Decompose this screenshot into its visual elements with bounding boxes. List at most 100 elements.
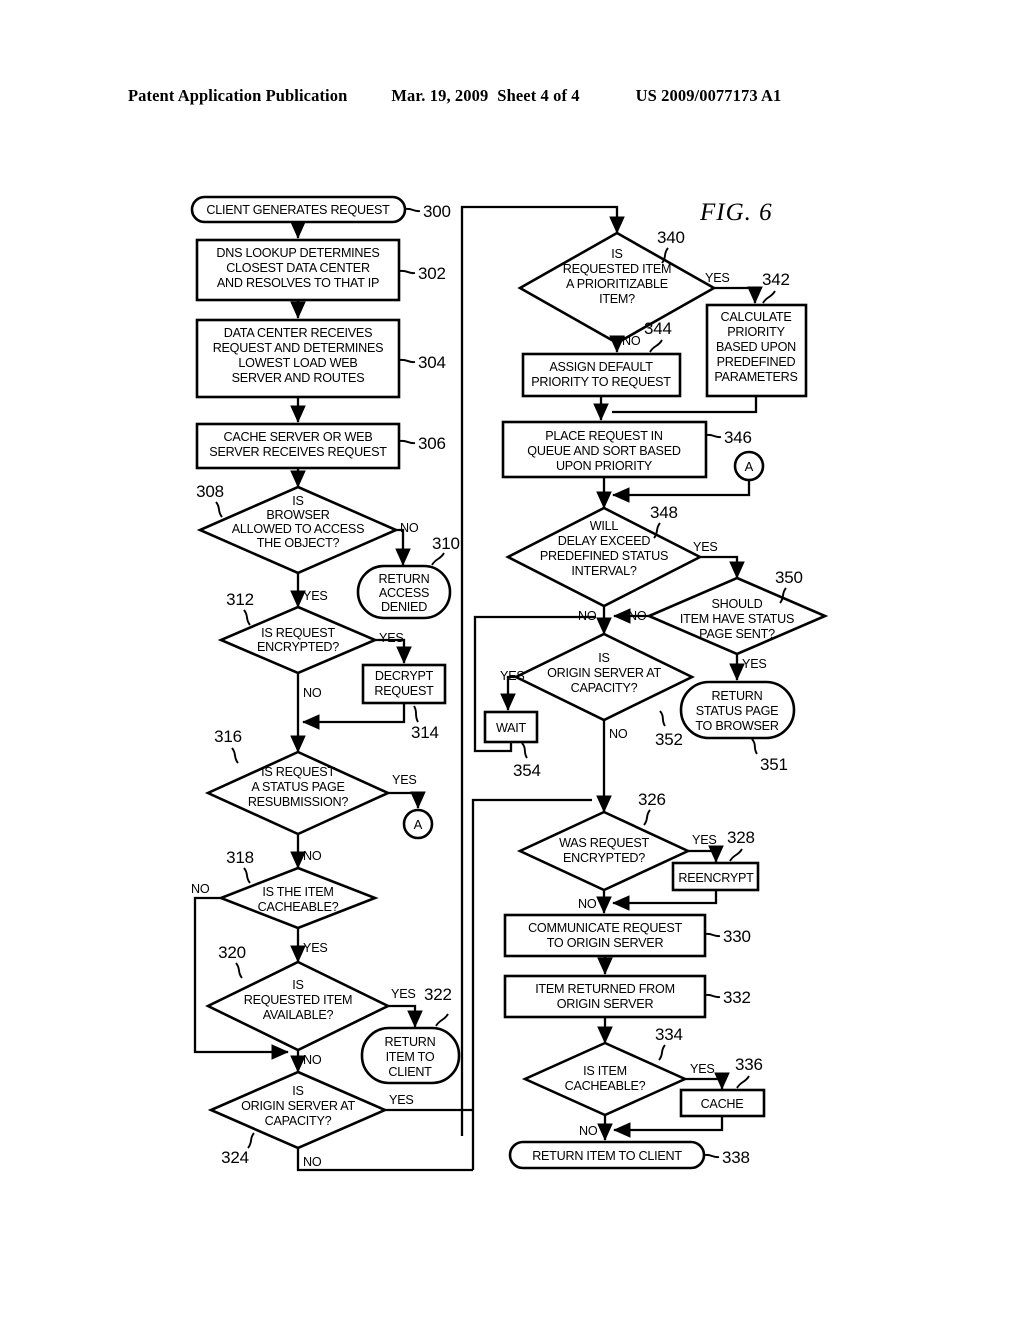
edge-label-350-yes: YES xyxy=(742,657,767,671)
ref-342: 342 xyxy=(762,270,790,289)
figure-label: FIG. 6 xyxy=(699,199,773,226)
ref-312: 312 xyxy=(226,590,254,609)
node-310-line-0: RETURN xyxy=(379,572,430,586)
node-304-line-1: REQUEST AND DETERMINES xyxy=(213,341,384,355)
ref-332: 332 xyxy=(723,988,751,1007)
node-312-line-1: ENCRYPTED? xyxy=(257,640,339,654)
node-310-line-1: ACCESS xyxy=(379,586,429,600)
node-322-line-1: ITEM TO xyxy=(386,1050,435,1064)
node-304-line-2: LOWEST LOAD WEB xyxy=(238,356,357,370)
node-320-line-1: REQUESTED ITEM xyxy=(244,993,352,1007)
edge-label-326-no: NO xyxy=(578,897,597,911)
node-302-line-2: AND RESOLVES TO THAT IP xyxy=(217,276,379,290)
ref-308: 308 xyxy=(196,482,224,501)
node-308-line-1: BROWSER xyxy=(266,508,329,522)
node-351-line-2: TO BROWSER xyxy=(695,719,778,733)
patent-figure-page: Patent Application Publication Mar. 19, … xyxy=(0,0,1024,1320)
connector-a-left: A xyxy=(402,808,434,840)
edge-label-334-yes: YES xyxy=(690,1062,715,1076)
edge-label-312-no: NO xyxy=(303,686,322,700)
connector-a-right: A xyxy=(733,450,765,482)
node-348: WILL DELAY EXCEED PREDEFINED STATUS INTE… xyxy=(505,503,703,608)
node-351-line-1: STATUS PAGE xyxy=(696,704,779,718)
edge-label-324-no: NO xyxy=(303,1155,322,1169)
ref-354: 354 xyxy=(513,761,541,780)
node-328-line-0: REENCRYPT xyxy=(678,871,754,885)
node-300-label: CLIENT GENERATES REQUEST xyxy=(206,203,390,217)
ref-336: 336 xyxy=(735,1055,763,1074)
node-324-line-2: CAPACITY? xyxy=(265,1114,332,1128)
node-312-line-0: IS REQUEST xyxy=(261,626,335,640)
node-338-label: RETURN ITEM TO CLIENT xyxy=(532,1149,682,1163)
ref-322: 322 xyxy=(424,985,452,1004)
ref-338: 338 xyxy=(722,1148,750,1167)
ref-302: 302 xyxy=(418,264,446,283)
node-320-line-0: IS xyxy=(292,978,303,992)
connector-a-right-label: A xyxy=(745,459,754,474)
ref-348: 348 xyxy=(650,503,678,522)
node-342-line-4: PARAMETERS xyxy=(714,370,797,384)
edge-label-352-no: NO xyxy=(609,727,628,741)
node-350-line-1: ITEM HAVE STATUS xyxy=(680,612,794,626)
edge-label-320-yes: YES xyxy=(391,987,416,1001)
node-322-line-2: CLIENT xyxy=(388,1065,432,1079)
node-314-line-1: REQUEST xyxy=(374,684,434,698)
node-348-line-2: PREDEFINED STATUS xyxy=(540,549,668,563)
node-324-line-0: IS xyxy=(292,1084,303,1098)
ref-324: 324 xyxy=(221,1148,249,1167)
node-340-line-0: IS xyxy=(611,247,622,261)
ref-334: 334 xyxy=(655,1025,683,1044)
node-354: WAIT 354 xyxy=(483,710,541,780)
node-308-line-0: IS xyxy=(292,494,303,508)
node-352-line-2: CAPACITY? xyxy=(571,681,638,695)
node-326-line-1: ENCRYPTED? xyxy=(563,851,645,865)
node-314-line-0: DECRYPT xyxy=(375,669,434,683)
node-348-line-3: INTERVAL? xyxy=(571,564,636,578)
node-348-line-0: WILL xyxy=(590,519,619,533)
node-304-line-3: SERVER AND ROUTES xyxy=(232,371,365,385)
node-351-line-0: RETURN xyxy=(712,689,763,703)
edge-label-308-yes: YES xyxy=(303,589,328,603)
ref-330: 330 xyxy=(723,927,751,946)
edge-label-320-no: NO xyxy=(303,1053,322,1067)
node-352-line-1: ORIGIN SERVER AT xyxy=(547,666,661,680)
node-342-line-1: PRIORITY xyxy=(727,325,785,339)
node-308-line-2: ALLOWED TO ACCESS xyxy=(232,522,364,536)
node-306-line-1: SERVER RECEIVES REQUEST xyxy=(209,445,387,459)
node-302: DNS LOOKUP DETERMINES CLOSEST DATA CENTE… xyxy=(195,238,446,302)
node-308-line-3: THE OBJECT? xyxy=(257,536,340,550)
ref-351: 351 xyxy=(760,755,788,774)
node-346: PLACE REQUEST IN QUEUE AND SORT BASED UP… xyxy=(501,420,752,479)
ref-306: 306 xyxy=(418,434,446,453)
node-332: ITEM RETURNED FROM ORIGIN SERVER 332 xyxy=(503,974,751,1019)
node-354-line-0: WAIT xyxy=(496,721,527,735)
edge-label-340-no: NO xyxy=(622,334,641,348)
node-334-line-0: IS ITEM xyxy=(583,1064,627,1078)
node-342-line-2: BASED UPON xyxy=(716,340,796,354)
node-350-line-0: SHOULD xyxy=(712,597,763,611)
node-304-line-0: DATA CENTER RECEIVES xyxy=(224,326,373,340)
node-316-line-2: RESUBMISSION? xyxy=(248,795,349,809)
node-306-line-0: CACHE SERVER OR WEB xyxy=(224,430,373,444)
ref-310: 310 xyxy=(432,534,460,553)
node-304: DATA CENTER RECEIVES REQUEST AND DETERMI… xyxy=(195,318,446,399)
node-350: SHOULD ITEM HAVE STATUS PAGE SENT? 350 xyxy=(645,568,829,656)
node-310-line-2: DENIED xyxy=(381,600,427,614)
node-318-line-1: CACHEABLE? xyxy=(258,900,339,914)
node-326-line-0: WAS REQUEST xyxy=(559,836,649,850)
node-352-line-0: IS xyxy=(598,651,609,665)
node-340-line-1: REQUESTED ITEM xyxy=(563,262,671,276)
node-340-line-2: A PRIORITIZABLE xyxy=(566,277,668,291)
node-318-line-0: IS THE ITEM xyxy=(262,885,333,899)
ref-340: 340 xyxy=(657,228,685,247)
node-336-line-0: CACHE xyxy=(701,1097,744,1111)
node-334-line-1: CACHEABLE? xyxy=(565,1079,646,1093)
ref-300: 300 xyxy=(423,202,451,221)
ref-326: 326 xyxy=(638,790,666,809)
ref-352: 352 xyxy=(655,730,683,749)
node-340: IS REQUESTED ITEM A PRIORITIZABLE ITEM? … xyxy=(517,228,717,345)
flowchart-figure-6: FIG. 6 CLIENT GENERATES REQUEST 300 DNS … xyxy=(190,195,829,1172)
node-306: CACHE SERVER OR WEB SERVER RECEIVES REQU… xyxy=(195,422,446,470)
node-348-line-1: DELAY EXCEED xyxy=(558,534,651,548)
edge-label-326-yes: YES xyxy=(692,833,717,847)
